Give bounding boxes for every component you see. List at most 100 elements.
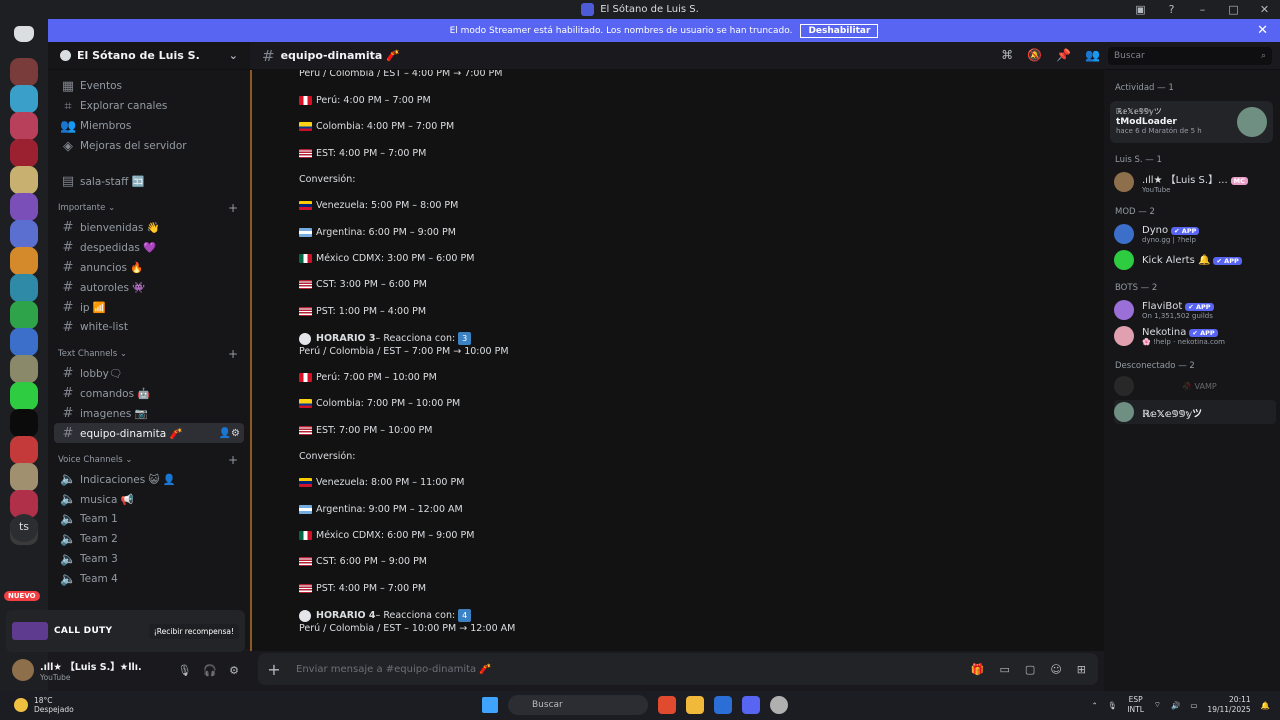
server-ts[interactable]: ts — [10, 514, 38, 542]
message-composer[interactable]: + Enviar mensaje a #equipo-dinamita 🧨 🎁 … — [258, 653, 1098, 685]
server-icon-13[interactable] — [10, 382, 38, 410]
member-item[interactable]: Kick Alerts 🔔 ✔ APP — [1114, 248, 1274, 272]
category-voice[interactable]: Voice Channels ⌄ + — [48, 451, 250, 469]
server-icon-11[interactable] — [10, 328, 38, 356]
category-text[interactable]: Text Channels ⌄ + — [48, 345, 250, 363]
file-explorer-icon[interactable] — [686, 696, 704, 714]
pin-icon[interactable]: 📌 — [1056, 48, 1071, 62]
add-channel-icon[interactable]: + — [228, 453, 238, 467]
server-icon-12[interactable] — [10, 355, 38, 383]
battery-icon[interactable]: ▭ — [1190, 701, 1197, 710]
channel-item[interactable]: # equipo-dinamita 🧨 👤⚙ — [54, 423, 244, 443]
discord-home-icon[interactable] — [14, 26, 34, 42]
mute-bell-icon[interactable]: 🔕 — [1027, 48, 1042, 62]
server-icon-8[interactable] — [10, 247, 38, 275]
channel-item[interactable]: # imagenes 📷 — [48, 403, 244, 423]
minimize-button[interactable]: – — [1187, 3, 1218, 16]
member-item[interactable]: FlaviBot ✔ APP On 1,351,502 guilds — [1114, 298, 1274, 322]
member-item[interactable]: Nekotina ✔ APP 🌸 !help · nekotina.com — [1114, 324, 1274, 348]
server-icon-7[interactable] — [10, 220, 38, 248]
channel-item[interactable]: # autoroles 👾 — [48, 277, 244, 297]
threads-icon[interactable]: ⌘ — [1001, 48, 1013, 62]
member-item[interactable]: Dyno ✔ APP dyno.gg | ?help — [1114, 222, 1274, 246]
sidebar-item-members[interactable]: 👥 Miembros — [48, 116, 244, 136]
member-offline-2[interactable]: ℝ𝕖𝕏𝕖𝟡𝟡𝕪ツ — [1114, 400, 1276, 424]
member-owner[interactable]: .ıll★ 【Luis S.】... MC YouTube — [1114, 170, 1274, 194]
headphones-icon[interactable]: 🎧 — [203, 664, 217, 677]
server-icon-2[interactable] — [10, 85, 38, 113]
channel-item[interactable]: 🔈 Team 2 — [48, 529, 244, 549]
volume-icon[interactable]: 🔊 — [1171, 701, 1180, 710]
channel-item[interactable]: 🔈 Team 4 — [48, 569, 244, 589]
channel-item[interactable]: # lobby🗨 — [48, 363, 244, 383]
microphone-icon[interactable]: 🎙 — [177, 664, 191, 677]
server-header[interactable]: El Sótano de Luis S. ⌄ — [48, 42, 250, 70]
weather-widget[interactable]: 18°C Despejado — [14, 696, 74, 714]
channel-item[interactable]: 🔈 Team 3 — [48, 549, 244, 569]
member-offline-1[interactable]: 🥀 VAMP — [1114, 374, 1274, 398]
gif-icon[interactable]: ▭ — [1000, 663, 1010, 676]
member-list-icon[interactable]: 👥 — [1085, 48, 1100, 62]
search-input[interactable]: Buscar ⌕ — [1108, 47, 1272, 65]
chevron-up-icon[interactable]: ⌃ — [1092, 701, 1098, 710]
gift-icon[interactable]: 🎁 — [971, 663, 985, 676]
category-importante[interactable]: Importante ⌄ + — [48, 199, 250, 217]
mic-tray-icon[interactable]: 🎙 — [1108, 701, 1118, 710]
sidebar-item-events[interactable]: ▦ Eventos — [48, 76, 244, 96]
taskbar-search[interactable]: Buscar — [508, 695, 648, 715]
server-icon-10[interactable] — [10, 301, 38, 329]
discord-taskbar-icon[interactable] — [742, 696, 760, 714]
help-icon[interactable]: ? — [1156, 3, 1187, 16]
windows-start-icon[interactable] — [482, 697, 498, 713]
disable-button[interactable]: Deshabilitar — [800, 23, 879, 38]
channel-item[interactable]: # bienvenidas 👋 — [48, 217, 244, 237]
channel-settings-icon[interactable]: 👤⚙ — [219, 428, 244, 439]
store-icon[interactable] — [714, 696, 732, 714]
apps-icon[interactable]: ⊞ — [1077, 663, 1086, 676]
server-icon-16[interactable] — [10, 463, 38, 491]
avatar[interactable] — [12, 659, 34, 681]
add-channel-icon[interactable]: + — [228, 347, 238, 361]
wifi-icon[interactable]: ⌔ — [1154, 700, 1161, 710]
lang-code[interactable]: ESP — [1127, 695, 1144, 705]
server-icon-15[interactable] — [10, 436, 38, 464]
add-attachment-icon[interactable]: + — [258, 660, 290, 679]
channel-item[interactable]: # comandos 🤖 — [48, 383, 244, 403]
channel-item[interactable]: # ip 📶 — [48, 297, 244, 317]
inbox-icon[interactable]: ▣ — [1125, 3, 1156, 16]
sidebar-item-browse[interactable]: ⌗ Explorar canales — [48, 96, 244, 116]
channel-item[interactable]: # white-list — [48, 317, 244, 337]
close-button[interactable]: ✕ — [1249, 3, 1280, 16]
avatar — [1114, 224, 1134, 244]
channel-item[interactable]: 🔈 Team 1 — [48, 509, 244, 529]
channel-item[interactable]: 🔈 Indicaciones 😺 👤 — [48, 469, 244, 489]
server-icon-3[interactable] — [10, 112, 38, 140]
server-icon-1[interactable] — [10, 58, 38, 86]
brave-icon[interactable] — [658, 696, 676, 714]
server-icon-6[interactable] — [10, 193, 38, 221]
server-icon-14[interactable] — [10, 409, 38, 437]
message-text: Perú: 4:00 PM – 7:00 PM — [316, 95, 431, 106]
server-icon-9[interactable] — [10, 274, 38, 302]
notification-icon[interactable]: 🔔 — [1261, 701, 1270, 710]
maximize-button[interactable]: □ — [1218, 3, 1249, 16]
channel-sala-staff[interactable]: ▤ sala-staff 🈁 — [48, 171, 244, 191]
promo-card[interactable]: CALL DUTY ¡Recibir recompensa! — [6, 610, 245, 652]
server-icon-4[interactable] — [10, 139, 38, 167]
clock-time[interactable]: 20:11 — [1207, 695, 1251, 705]
obs-icon[interactable] — [770, 696, 788, 714]
sidebar-item-boost[interactable]: ◈ Mejoras del servidor — [48, 136, 244, 156]
gear-icon[interactable]: ⚙ — [229, 664, 239, 677]
server-icon-5[interactable] — [10, 166, 38, 194]
emoji-icon[interactable]: ☺ — [1050, 663, 1061, 676]
close-icon[interactable]: ✕ — [1257, 23, 1268, 38]
claim-reward-button[interactable]: ¡Recibir recompensa! — [148, 623, 239, 639]
flag-co-icon — [299, 399, 312, 408]
channel-item[interactable]: # anuncios 🔥 — [48, 257, 244, 277]
add-channel-icon[interactable]: + — [228, 201, 238, 215]
sticker-icon[interactable]: ▢ — [1025, 663, 1035, 676]
channel-item[interactable]: # despedidas 💜 — [48, 237, 244, 257]
composer-input[interactable]: Enviar mensaje a #equipo-dinamita 🧨 — [296, 664, 492, 675]
activity-card[interactable]: ℝ𝕖𝕏𝕖𝟡𝟡𝕪ツ tModLoader hace 6 d Maratón de … — [1110, 101, 1273, 143]
channel-item[interactable]: 🔈 musica 📢 — [48, 489, 244, 509]
